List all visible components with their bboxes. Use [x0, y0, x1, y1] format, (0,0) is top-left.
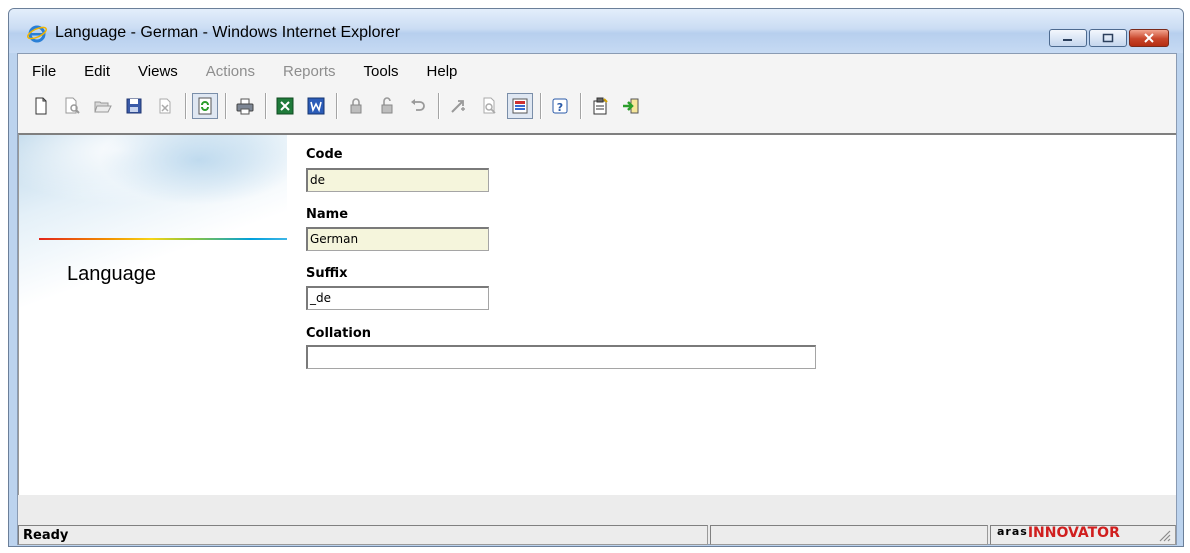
help-button[interactable]: ? — [547, 93, 573, 119]
menu-views[interactable]: Views — [138, 63, 178, 80]
delete-icon — [159, 98, 171, 114]
banner-title: Language — [67, 263, 156, 285]
exit-button[interactable] — [618, 93, 644, 119]
close-button[interactable] — [1129, 29, 1169, 47]
unlock-button[interactable] — [374, 93, 400, 119]
browser-window: Language - German - Windows Internet Exp… — [8, 8, 1184, 547]
status-text: Ready — [23, 528, 69, 543]
menu-edit[interactable]: Edit — [84, 63, 110, 80]
open-folder-icon — [94, 101, 112, 113]
banner-color-line — [39, 238, 287, 240]
client-area: File Edit Views Actions Reports Tools He… — [17, 53, 1177, 545]
close-icon — [1144, 33, 1154, 43]
status-cell-main: Ready — [18, 525, 708, 545]
undo-icon — [411, 99, 425, 111]
banner: Language — [19, 135, 287, 497]
toolbar-separator — [225, 93, 226, 119]
structure-browser-icon — [512, 98, 528, 114]
caption-buttons — [1047, 29, 1169, 47]
status-cell-logo: arasINNOVATOR — [990, 525, 1176, 545]
name-input[interactable]: German — [306, 227, 489, 251]
maximize-button[interactable] — [1089, 29, 1127, 47]
excel-export-button[interactable] — [272, 93, 298, 119]
exit-icon — [623, 98, 639, 114]
refresh-icon — [198, 97, 212, 115]
toolbar: ? — [18, 88, 1176, 124]
word-export-icon — [307, 97, 325, 115]
svg-text:?: ? — [557, 101, 563, 114]
code-label: Code — [306, 147, 343, 162]
save-button[interactable] — [121, 93, 147, 119]
form-area: Language Code de Name German Suffix _de … — [18, 133, 1176, 497]
suffix-label: Suffix — [306, 266, 348, 281]
refresh-button[interactable] — [192, 93, 218, 119]
status-bar: Ready arasINNOVATOR — [18, 495, 1176, 545]
toolbar-separator — [185, 93, 186, 119]
word-export-button[interactable] — [303, 93, 329, 119]
help-icon: ? — [552, 98, 568, 114]
logo-innovator-text: INNOVATOR — [1027, 525, 1120, 541]
window-title: Language - German - Windows Internet Exp… — [55, 24, 401, 41]
promote-button[interactable] — [445, 93, 471, 119]
delete-button[interactable] — [152, 93, 178, 119]
print-button[interactable] — [232, 93, 258, 119]
lock-button[interactable] — [343, 93, 369, 119]
toolbar-separator — [265, 93, 266, 119]
unlock-icon — [381, 97, 393, 114]
status-cell-middle — [710, 525, 988, 545]
toolbar-separator — [540, 93, 541, 119]
save-icon — [126, 98, 142, 114]
where-used-icon — [483, 97, 496, 114]
aras-innovator-logo: arasINNOVATOR — [997, 526, 1120, 540]
resize-grip-icon[interactable] — [1157, 528, 1171, 542]
properties-button[interactable] — [587, 93, 613, 119]
menu-bar: File Edit Views Actions Reports Tools He… — [18, 54, 1176, 88]
promote-icon — [451, 100, 465, 113]
print-preview-button[interactable] — [59, 93, 85, 119]
print-preview-icon — [65, 97, 80, 114]
print-icon — [236, 98, 254, 115]
collation-input[interactable] — [306, 345, 816, 369]
code-input[interactable]: de — [306, 168, 489, 192]
where-used-button[interactable] — [476, 93, 502, 119]
structure-browser-button[interactable] — [507, 93, 533, 119]
new-button[interactable] — [28, 93, 54, 119]
toolbar-separator — [580, 93, 581, 119]
toolbar-separator — [438, 93, 439, 119]
maximize-icon — [1102, 33, 1114, 43]
new-document-icon — [35, 97, 47, 115]
open-button[interactable] — [90, 93, 116, 119]
menu-tools[interactable]: Tools — [364, 63, 399, 80]
properties-icon — [593, 97, 608, 115]
menu-file[interactable]: File — [32, 63, 56, 80]
suffix-input[interactable]: _de — [306, 286, 489, 310]
menu-actions[interactable]: Actions — [206, 63, 255, 80]
undo-button[interactable] — [405, 93, 431, 119]
minimize-button[interactable] — [1049, 29, 1087, 47]
toolbar-separator — [336, 93, 337, 119]
menu-reports[interactable]: Reports — [283, 63, 336, 80]
lock-icon — [350, 98, 362, 114]
minimize-icon — [1063, 39, 1072, 41]
ie-icon — [27, 25, 47, 43]
menu-help[interactable]: Help — [427, 63, 458, 80]
name-label: Name — [306, 207, 349, 222]
excel-export-icon — [276, 97, 294, 115]
logo-aras-text: aras — [997, 525, 1028, 538]
title-bar[interactable]: Language - German - Windows Internet Exp… — [9, 9, 1183, 53]
collation-label: Collation — [306, 326, 372, 341]
